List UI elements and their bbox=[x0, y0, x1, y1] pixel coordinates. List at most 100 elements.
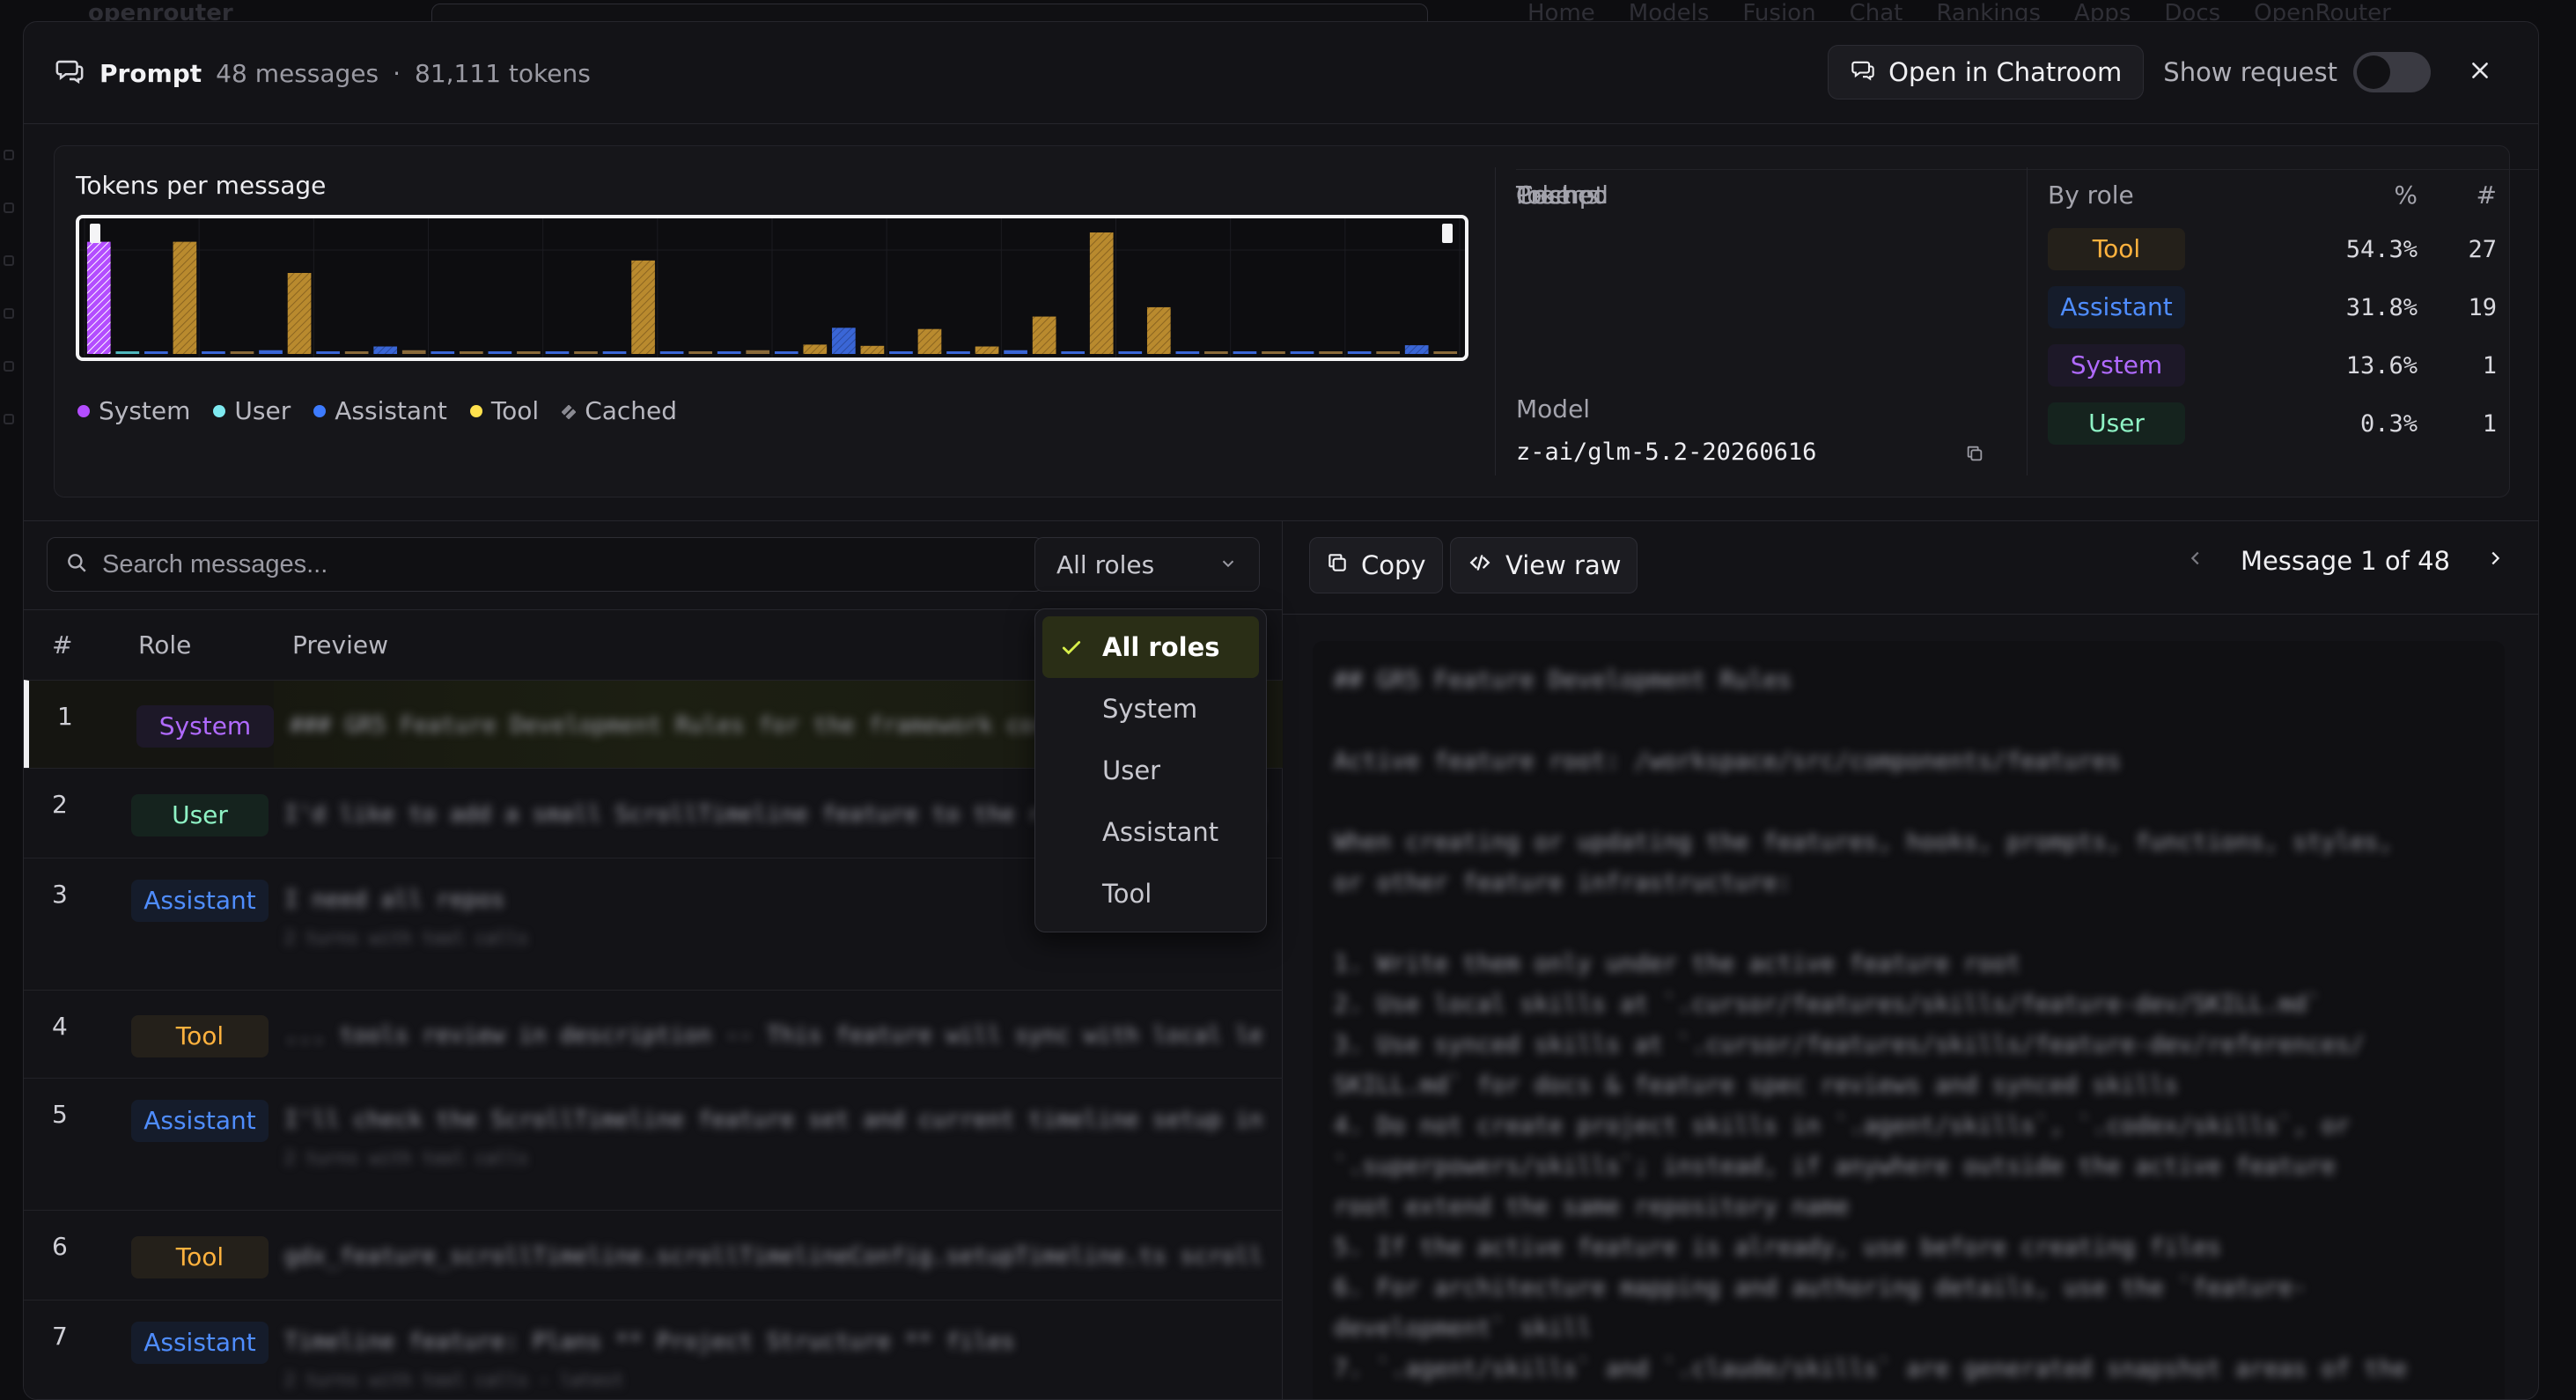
search-icon bbox=[65, 551, 88, 578]
tokens-per-message-chart[interactable] bbox=[76, 215, 1468, 361]
toggle-knob bbox=[2357, 55, 2390, 89]
roles-filter-value: All roles bbox=[1056, 549, 1155, 579]
chart-bar-6[interactable] bbox=[230, 351, 254, 354]
chart-bar-2[interactable] bbox=[115, 351, 140, 354]
chart-bar-44[interactable] bbox=[1319, 351, 1343, 354]
roles-option-tool[interactable]: Tool bbox=[1042, 863, 1259, 925]
chart-bar-21[interactable] bbox=[659, 351, 684, 354]
chart-bar-25[interactable] bbox=[774, 351, 799, 354]
roles-option-assistant[interactable]: Assistant bbox=[1042, 801, 1259, 863]
roles-option-user[interactable]: User bbox=[1042, 740, 1259, 801]
message-row[interactable]: 6 Tool gdx_feature_scrollTimeline.scrollTi… bbox=[24, 1210, 1283, 1300]
roles-option-system[interactable]: System bbox=[1042, 678, 1259, 740]
search-messages-field[interactable] bbox=[47, 537, 1043, 592]
message-row[interactable]: 7 Assistant Timeline feature: Plans ** Pro… bbox=[24, 1300, 1283, 1399]
chart-bar-28[interactable] bbox=[860, 345, 885, 354]
chart-bar-11[interactable] bbox=[373, 346, 398, 354]
chart-bar-15[interactable] bbox=[488, 351, 512, 354]
chart-bar-13[interactable] bbox=[431, 351, 455, 354]
chart-bar-47[interactable] bbox=[1404, 345, 1429, 354]
chart-bar-37[interactable] bbox=[1118, 351, 1143, 354]
chart-bar-14[interactable] bbox=[459, 351, 483, 354]
show-request-toggle[interactable] bbox=[2353, 52, 2431, 92]
chart-bar-33[interactable] bbox=[1004, 350, 1027, 354]
roles-option-all-roles[interactable]: All roles bbox=[1042, 616, 1259, 678]
close-button[interactable] bbox=[2462, 55, 2498, 90]
chart-bar-16[interactable] bbox=[517, 351, 541, 354]
chart-bar-41[interactable] bbox=[1233, 351, 1257, 354]
legend-label: Tool bbox=[490, 396, 540, 425]
brush-handle-right[interactable] bbox=[1442, 224, 1453, 243]
brush-handles[interactable] bbox=[90, 224, 1453, 243]
chart-bar-7[interactable] bbox=[259, 350, 283, 354]
message-row[interactable]: 4 Tool ... tools review in description -- … bbox=[24, 990, 1283, 1078]
chart-bar-23[interactable] bbox=[717, 351, 741, 354]
open-in-chatroom-button[interactable]: Open in Chatroom bbox=[1828, 45, 2145, 99]
message-row[interactable]: 5 Assistant I'll check the ScrollTimeline … bbox=[24, 1078, 1283, 1210]
chart-bar-17[interactable] bbox=[545, 351, 570, 354]
search-messages-input[interactable] bbox=[102, 549, 983, 579]
chart-bar-24[interactable] bbox=[746, 350, 770, 354]
brush-handle-left[interactable] bbox=[90, 224, 100, 243]
chart-bar-39[interactable] bbox=[1175, 351, 1200, 354]
prompt-modal: Prompt 48 messages · 81,111 tokens Open … bbox=[23, 21, 2539, 1400]
chart-bar-26[interactable] bbox=[803, 344, 828, 354]
message-number: 7 bbox=[52, 1322, 68, 1351]
stat-label: Cost bbox=[1516, 181, 1571, 210]
column-header-preview: Preview bbox=[292, 630, 388, 659]
option-label: Assistant bbox=[1102, 817, 1219, 847]
chart-bar-19[interactable] bbox=[602, 351, 627, 354]
roles-dropdown-menu: All roles System User Assistant Tool bbox=[1034, 608, 1267, 932]
chart-bar-40[interactable] bbox=[1204, 351, 1228, 354]
chart-bar-34[interactable] bbox=[1032, 316, 1056, 354]
chart-bar-45[interactable] bbox=[1347, 351, 1372, 354]
view-raw-button[interactable]: View raw bbox=[1450, 537, 1638, 593]
chart-bar-36[interactable] bbox=[1089, 232, 1114, 354]
chart-bar-42[interactable] bbox=[1262, 351, 1285, 354]
chart-bar-1[interactable] bbox=[86, 241, 111, 354]
header-actions: Open in Chatroom Show request bbox=[1828, 45, 2498, 99]
code-icon bbox=[1467, 550, 1493, 580]
chart-bar-29[interactable] bbox=[889, 351, 913, 354]
chart-bar-35[interactable] bbox=[1061, 351, 1086, 354]
chart-bar-43[interactable] bbox=[1290, 351, 1314, 354]
previous-message-button[interactable] bbox=[2186, 546, 2205, 576]
chart-title: Tokens per message bbox=[76, 171, 327, 200]
legend-item-assistant: Assistant bbox=[313, 396, 447, 425]
roles-filter-select[interactable]: All roles bbox=[1034, 537, 1260, 592]
chart-bar-22[interactable] bbox=[688, 351, 712, 354]
role-badge: Assistant bbox=[131, 1100, 269, 1142]
legend-label: User bbox=[234, 396, 291, 425]
chart-bar-3[interactable] bbox=[144, 351, 168, 354]
legend-label: Cached bbox=[585, 396, 678, 425]
message-content[interactable]: ## GR5 Feature Development Rules Active … bbox=[1313, 641, 2505, 1399]
legend-item-tool: Tool bbox=[469, 396, 540, 425]
chart-bar-9[interactable] bbox=[316, 351, 340, 354]
close-icon bbox=[2469, 59, 2491, 85]
chart-bar-27[interactable] bbox=[832, 328, 856, 354]
chart-bar-30[interactable] bbox=[917, 328, 942, 354]
role-percent: 31.8% bbox=[2345, 293, 2418, 321]
chart-bar-20[interactable] bbox=[631, 260, 655, 354]
chat-bubble-icon bbox=[1850, 57, 1876, 88]
chart-bar-31[interactable] bbox=[946, 351, 970, 354]
chart-bar-4[interactable] bbox=[173, 241, 197, 354]
chart-bar-38[interactable] bbox=[1146, 306, 1171, 354]
next-message-button[interactable] bbox=[2485, 546, 2505, 576]
chart-bar-12[interactable] bbox=[401, 350, 426, 354]
row-left-cell bbox=[24, 1079, 269, 1210]
column-header-num: # bbox=[52, 630, 73, 659]
check-icon bbox=[1060, 636, 1083, 666]
option-label: Tool bbox=[1102, 879, 1152, 909]
chart-bar-10[interactable] bbox=[344, 351, 369, 354]
copy-button[interactable]: Copy bbox=[1309, 537, 1443, 593]
chart-bar-48[interactable] bbox=[1433, 351, 1458, 354]
role-badge: Assistant bbox=[131, 880, 269, 922]
legend-swatch bbox=[213, 404, 226, 417]
copy-model-button[interactable] bbox=[1965, 444, 1984, 467]
chart-bar-8[interactable] bbox=[287, 273, 312, 354]
chart-bar-5[interactable] bbox=[202, 351, 225, 354]
chart-bar-46[interactable] bbox=[1376, 351, 1400, 354]
chart-bar-18[interactable] bbox=[574, 351, 598, 354]
chart-bar-32[interactable] bbox=[975, 346, 999, 354]
